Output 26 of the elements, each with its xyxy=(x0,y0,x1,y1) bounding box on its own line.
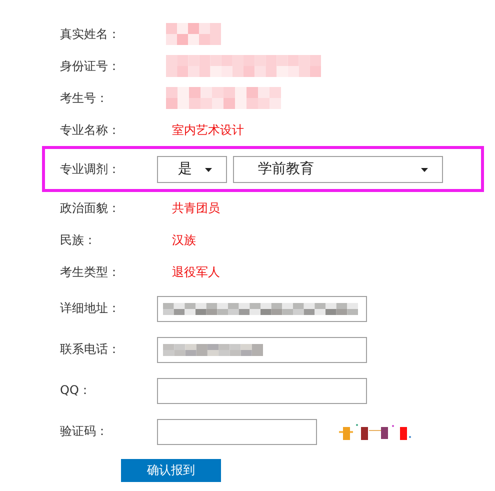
field-label: 联系电话： xyxy=(60,341,121,358)
confirm-button[interactable]: 确认报到 xyxy=(121,459,221,482)
field-value: 室内艺术设计 xyxy=(172,122,244,138)
field-label: 专业名称： xyxy=(60,122,121,138)
blurred-value xyxy=(166,23,221,45)
field-label: QQ： xyxy=(60,382,92,399)
field-label: 验证码： xyxy=(60,423,109,440)
field-label: 民族： xyxy=(60,232,97,248)
field-label: 考生类型： xyxy=(60,264,121,280)
input-field[interactable] xyxy=(157,296,367,322)
dropdown[interactable]: 是 xyxy=(157,156,227,182)
input-field[interactable] xyxy=(157,418,317,444)
field-label: 专业调剂： xyxy=(60,160,121,178)
caret-icon xyxy=(205,168,212,172)
field-label: 详细地址： xyxy=(60,300,121,317)
field-value: 共青团员 xyxy=(172,200,220,216)
field-value: 退役军人 xyxy=(172,264,220,280)
dropdown[interactable]: 学前教育 xyxy=(233,156,443,182)
field-label: 真实姓名： xyxy=(60,26,121,42)
field-label: 身份证号： xyxy=(60,58,121,74)
input-field[interactable] xyxy=(157,378,367,404)
field-value: 汉族 xyxy=(172,232,196,248)
field-label: 政治面貌： xyxy=(60,200,121,216)
field-label: 考生号： xyxy=(60,90,109,106)
caret-icon xyxy=(421,168,428,172)
input-field[interactable] xyxy=(157,336,367,362)
